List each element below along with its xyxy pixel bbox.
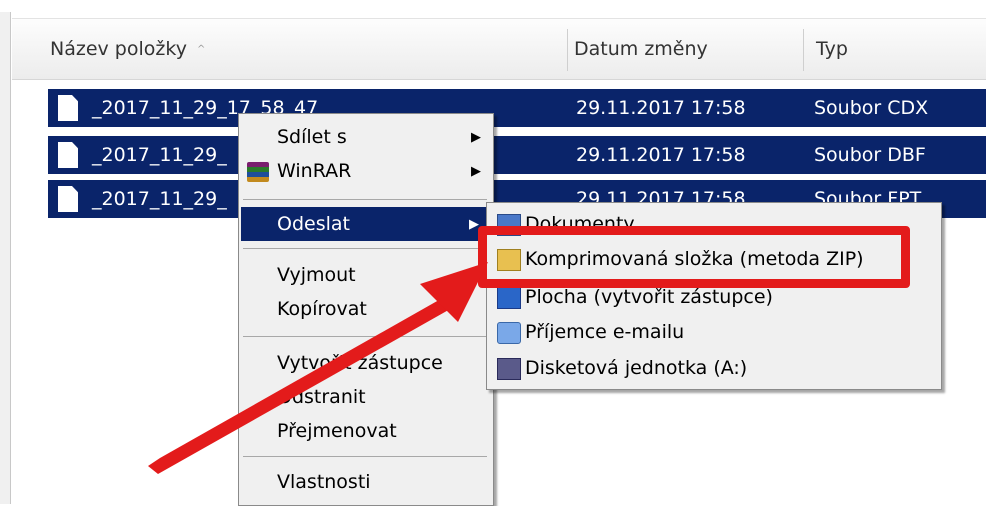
annotation-arrow-icon xyxy=(148,262,488,474)
